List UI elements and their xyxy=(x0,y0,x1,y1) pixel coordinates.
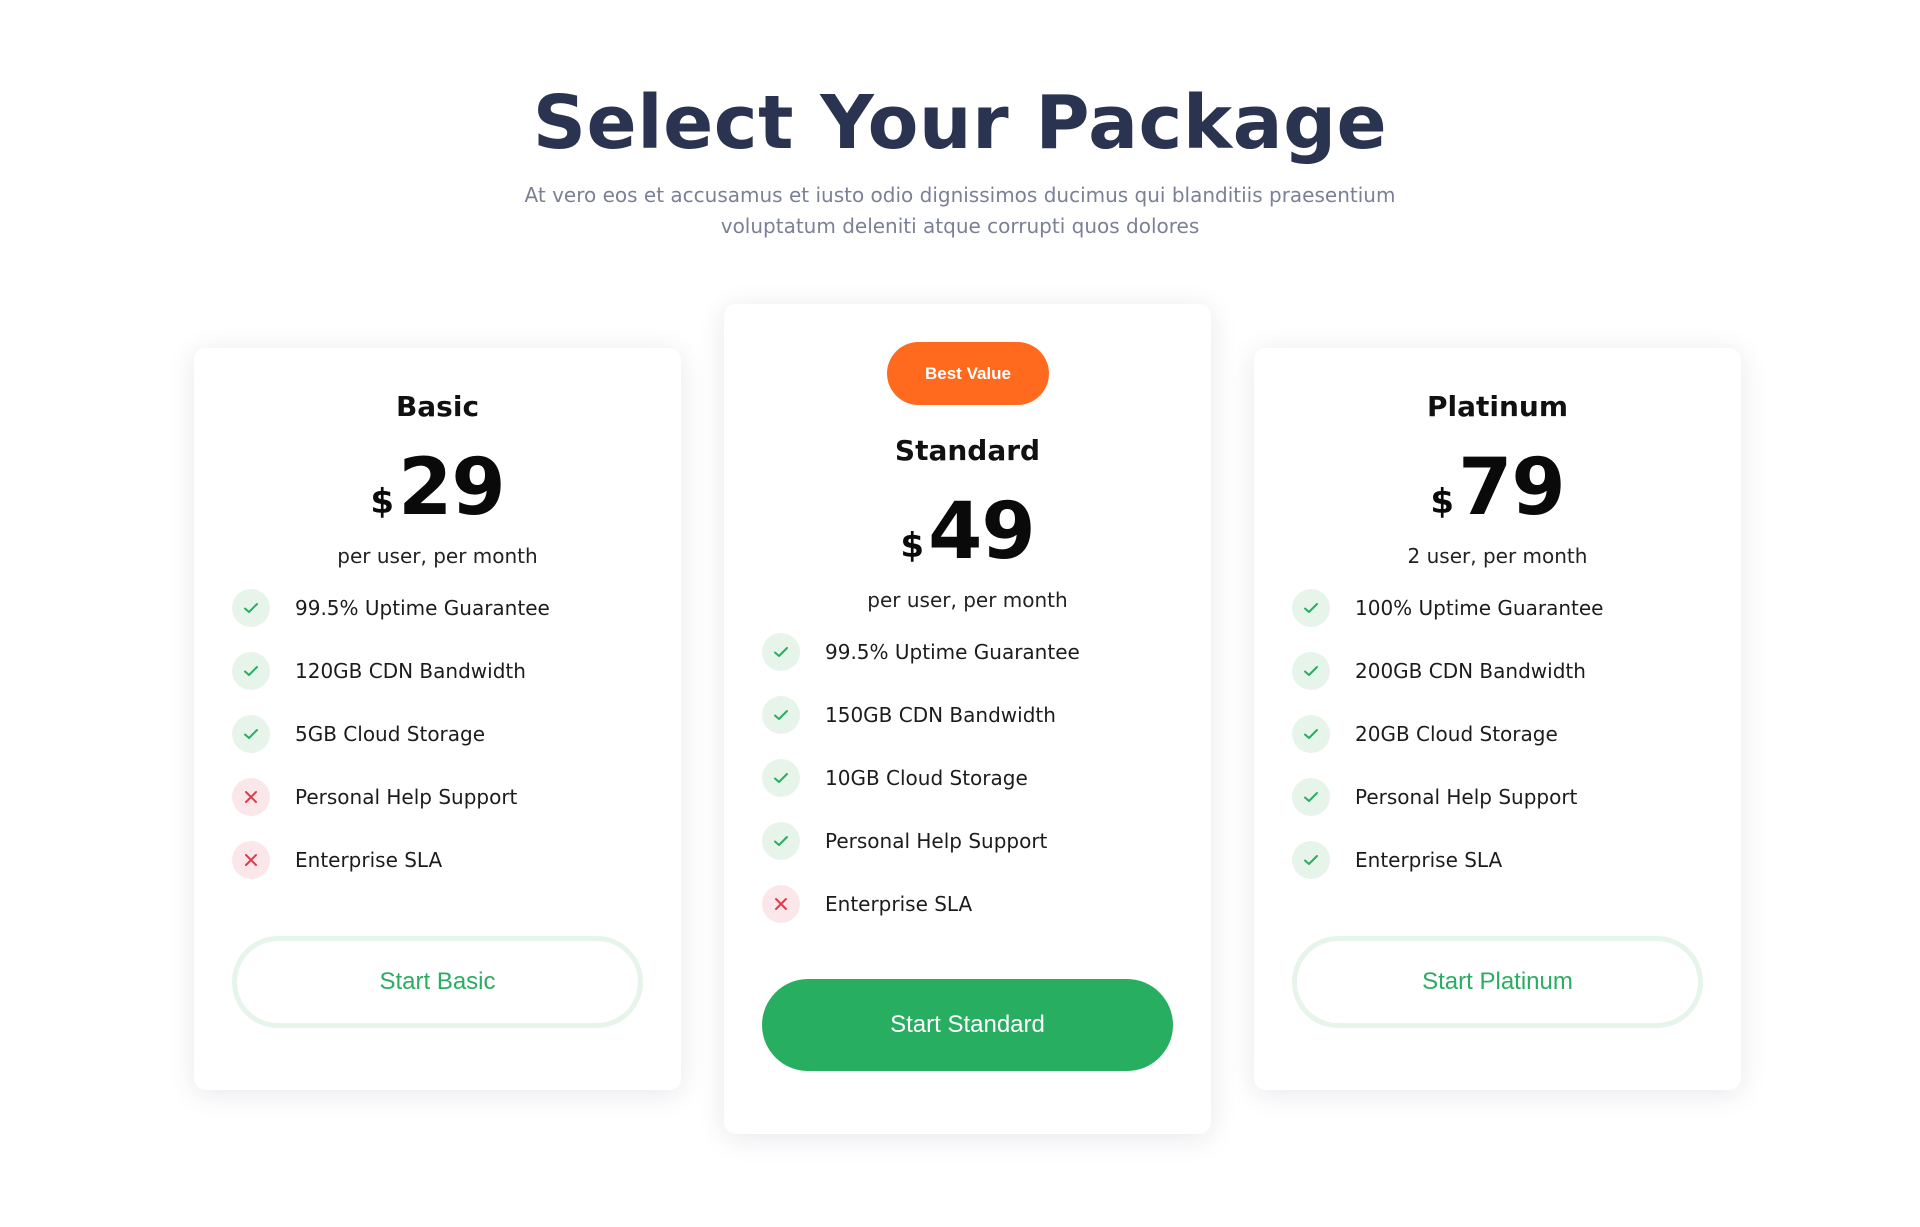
feature-label: 5GB Cloud Storage xyxy=(295,721,486,746)
page-subtitle: At vero eos et accusamus et iusto odio d… xyxy=(524,183,1396,238)
check-icon xyxy=(1292,588,1330,627)
price-amount: 49 xyxy=(928,487,1036,577)
feature-item: 99.5% Uptime Guarantee xyxy=(232,576,661,639)
feature-item: 100% Uptime Guarantee xyxy=(1292,576,1721,639)
feature-item: 99.5% Uptime Guarantee xyxy=(762,620,1191,683)
feature-label: Personal Help Support xyxy=(825,828,1048,853)
x-icon xyxy=(762,884,800,923)
feature-label: Enterprise SLA xyxy=(295,847,443,872)
check-icon xyxy=(762,821,800,860)
best-value-badge: Best Value xyxy=(887,342,1049,405)
check-icon xyxy=(232,714,270,753)
plan-name: Basic xyxy=(395,390,480,423)
feature-label: Enterprise SLA xyxy=(1355,847,1503,872)
feature-item: 10GB Cloud Storage xyxy=(762,746,1191,809)
check-icon xyxy=(762,695,800,734)
feature-item: Personal Help Support xyxy=(762,809,1191,872)
check-icon xyxy=(762,758,800,797)
check-icon xyxy=(1292,651,1330,690)
start-platinum-button[interactable]: Start Platinum xyxy=(1292,936,1703,1028)
feature-label: 99.5% Uptime Guarantee xyxy=(295,595,550,620)
feature-item: 20GB Cloud Storage xyxy=(1292,702,1721,765)
feature-label: Personal Help Support xyxy=(295,784,518,809)
x-icon xyxy=(232,840,270,879)
price-period: 2 user, per month xyxy=(1407,544,1588,568)
x-icon xyxy=(232,777,270,816)
pricing-card-basic: Basic $ 29 per user, per month 99.5% Upt… xyxy=(194,348,681,1090)
feature-label: 10GB Cloud Storage xyxy=(825,765,1028,790)
feature-label: 20GB Cloud Storage xyxy=(1355,721,1558,746)
feature-item: 5GB Cloud Storage xyxy=(232,702,661,765)
plan-price: $ 79 xyxy=(1254,448,1741,528)
feature-item: 150GB CDN Bandwidth xyxy=(762,683,1191,746)
price-amount: 79 xyxy=(1458,443,1566,533)
plan-price: $ 49 xyxy=(724,492,1211,572)
feature-label: Enterprise SLA xyxy=(825,891,973,916)
currency-symbol: $ xyxy=(370,482,395,522)
pricing-page: Select Your Package At vero eos et accus… xyxy=(0,0,1920,1227)
feature-label: 99.5% Uptime Guarantee xyxy=(825,639,1080,664)
feature-item: Enterprise SLA xyxy=(762,872,1191,935)
check-icon xyxy=(232,651,270,690)
start-basic-button[interactable]: Start Basic xyxy=(232,936,643,1028)
price-period: per user, per month xyxy=(337,544,538,568)
feature-label: Personal Help Support xyxy=(1355,784,1578,809)
check-icon xyxy=(1292,777,1330,816)
feature-item: Personal Help Support xyxy=(232,765,661,828)
check-icon xyxy=(762,632,800,671)
pricing-card-platinum: Platinum $ 79 2 user, per month 100% Upt… xyxy=(1254,348,1741,1090)
feature-list: 99.5% Uptime Guarantee 120GB CDN Bandwid… xyxy=(232,576,661,891)
feature-list: 100% Uptime Guarantee 200GB CDN Bandwidt… xyxy=(1292,576,1721,891)
currency-symbol: $ xyxy=(900,526,925,566)
check-icon xyxy=(1292,714,1330,753)
price-amount: 29 xyxy=(398,443,506,533)
feature-item: Enterprise SLA xyxy=(1292,828,1721,891)
price-period: per user, per month xyxy=(867,588,1068,612)
check-icon xyxy=(232,588,270,627)
start-standard-button[interactable]: Start Standard xyxy=(762,979,1173,1071)
plan-price: $ 29 xyxy=(194,448,681,528)
feature-label: 120GB CDN Bandwidth xyxy=(295,658,526,683)
currency-symbol: $ xyxy=(1430,482,1455,522)
feature-label: 100% Uptime Guarantee xyxy=(1355,595,1604,620)
plan-name: Platinum xyxy=(1426,390,1569,423)
feature-item: Personal Help Support xyxy=(1292,765,1721,828)
plan-name: Standard xyxy=(894,434,1041,467)
feature-label: 200GB CDN Bandwidth xyxy=(1355,658,1586,683)
feature-item: 200GB CDN Bandwidth xyxy=(1292,639,1721,702)
feature-label: 150GB CDN Bandwidth xyxy=(825,702,1056,727)
feature-item: 120GB CDN Bandwidth xyxy=(232,639,661,702)
pricing-card-standard: Best Value Standard $ 49 per user, per m… xyxy=(724,304,1211,1134)
feature-item: Enterprise SLA xyxy=(232,828,661,891)
page-title: Select Your Package xyxy=(532,80,1388,166)
check-icon xyxy=(1292,840,1330,879)
feature-list: 99.5% Uptime Guarantee 150GB CDN Bandwid… xyxy=(762,620,1191,935)
